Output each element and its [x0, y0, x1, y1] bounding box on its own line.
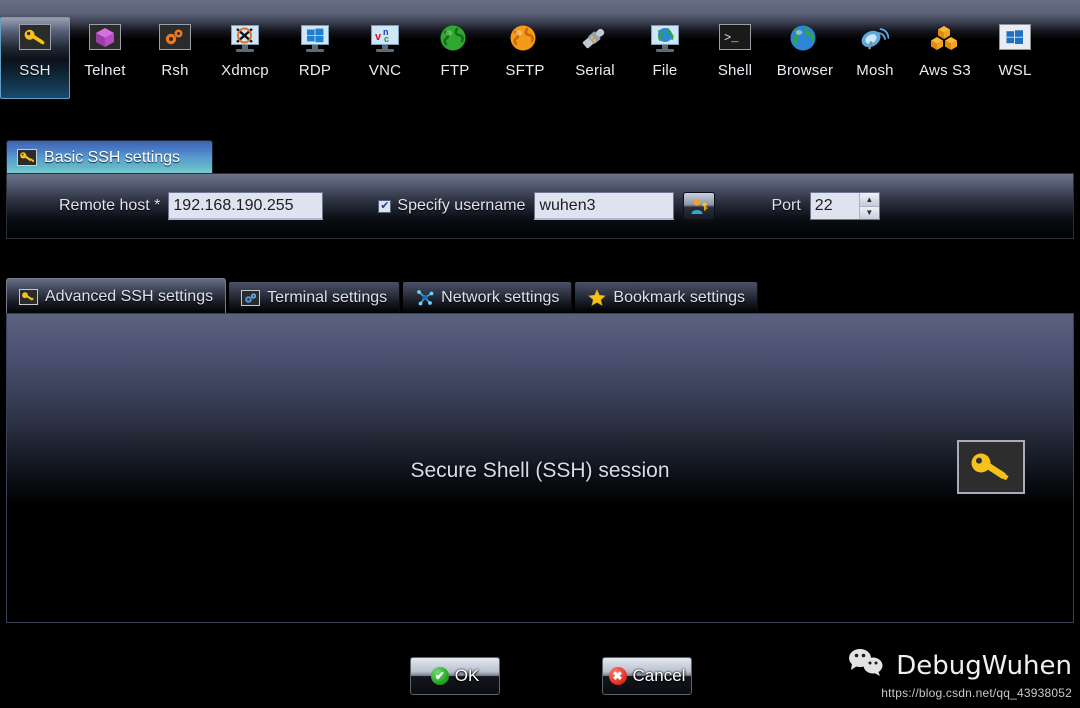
session-type-ssh[interactable]: SSH — [0, 17, 70, 99]
session-type-mosh[interactable]: Mosh — [840, 17, 910, 99]
tab-bookmark-settings[interactable]: Bookmark settings — [574, 281, 759, 314]
tab-label: Network settings — [441, 288, 560, 306]
tab-label: Bookmark settings — [613, 288, 746, 306]
session-type-label: Aws S3 — [919, 62, 971, 79]
satellite-dish-icon — [859, 24, 891, 56]
session-type-label: Shell — [717, 62, 753, 79]
port-spinner-up[interactable]: ▲ — [859, 193, 879, 206]
blue-globe-icon — [789, 24, 821, 56]
key-icon — [17, 149, 37, 166]
session-description-panel: Secure Shell (SSH) session — [6, 313, 1074, 623]
svg-text:>_: >_ — [724, 31, 739, 45]
terminal-prompt-icon: >_ — [719, 24, 751, 56]
session-type-rsh[interactable]: Rsh — [140, 17, 210, 99]
session-type-file[interactable]: File — [630, 17, 700, 99]
session-type-sftp[interactable]: SFTP — [490, 17, 560, 99]
windows-monitor-icon — [299, 24, 331, 56]
ok-button-label: OK — [454, 666, 480, 685]
session-settings-dialog: SSH Telnet Rsh Xdmcp RDP v n c VNC FTP SFTP Serial F… — [0, 0, 1080, 708]
session-type-label: Telnet — [84, 62, 126, 79]
gears-icon — [241, 289, 261, 306]
x-monitor-icon — [229, 24, 261, 56]
session-type-rdp[interactable]: RDP — [280, 17, 350, 99]
tab-terminal-settings[interactable]: Terminal settings — [228, 281, 401, 314]
user-key-icon[interactable] — [683, 192, 716, 220]
tab-label: Advanced SSH settings — [45, 287, 214, 305]
windows-logo-icon — [999, 24, 1031, 56]
vnc-monitor-icon: vnc — [369, 24, 401, 56]
tab-advanced-ssh-settings[interactable]: Advanced SSH settings — [6, 278, 227, 314]
session-description-text: Secure Shell (SSH) session — [410, 459, 670, 482]
remote-host-input[interactable]: 192.168.190.255 — [168, 192, 324, 220]
session-type-toolbar: SSH Telnet Rsh Xdmcp RDP v n c VNC FTP SFTP Serial F… — [0, 0, 1080, 110]
port-input[interactable]: 22 — [811, 193, 859, 219]
port-label: Port — [771, 197, 801, 214]
session-type-ftp[interactable]: FTP — [420, 17, 490, 99]
session-type-wsl[interactable]: WSL — [980, 17, 1050, 99]
check-circle-icon: ✔ — [430, 667, 449, 685]
session-type-vnc[interactable]: v n c VNC — [350, 17, 420, 99]
basic-settings-panel: Remote host * 192.168.190.255 ✔ Specify … — [6, 173, 1074, 239]
session-type-label: WSL — [998, 62, 1032, 79]
tab-network-settings[interactable]: Network settings — [402, 281, 573, 314]
network-nodes-icon — [415, 290, 434, 306]
key-icon — [19, 288, 38, 305]
specify-username-checkbox[interactable]: ✔ — [378, 199, 392, 213]
watermark-name: DebugWuhen — [896, 650, 1072, 681]
tab-basic-ssh-settings-label: Basic SSH settings — [44, 148, 181, 166]
port-spinner[interactable]: 22 ▲ ▼ — [809, 192, 880, 220]
star-icon — [587, 289, 606, 306]
aws-cubes-icon — [929, 24, 961, 56]
remote-host-label: Remote host * — [59, 197, 161, 214]
wechat-icon — [848, 648, 886, 683]
cancel-button-label: Cancel — [632, 666, 686, 685]
svg-text:c: c — [384, 34, 389, 44]
session-type-label: Mosh — [856, 62, 894, 79]
purple-cube-icon — [89, 24, 121, 56]
port-spinner-arrows[interactable]: ▲ ▼ — [858, 193, 879, 219]
svg-text:v: v — [375, 31, 382, 43]
session-type-label: VNC — [368, 62, 402, 79]
key-icon — [19, 24, 51, 56]
orange-gears-icon — [159, 24, 191, 56]
port-spinner-down[interactable]: ▼ — [859, 205, 879, 219]
globe-monitor-icon — [649, 24, 681, 56]
cancel-button[interactable]: ✖ Cancel — [602, 657, 692, 695]
tab-basic-ssh-settings[interactable]: Basic SSH settings — [6, 140, 213, 174]
username-input[interactable]: wuhen3 — [534, 192, 675, 220]
session-type-shell[interactable]: >_ Shell — [700, 17, 770, 99]
key-icon — [957, 440, 1025, 494]
session-type-label: Rsh — [161, 62, 189, 79]
plug-icon — [579, 24, 611, 56]
watermark-url: https://blog.csdn.net/qq_43938052 — [881, 686, 1072, 700]
specify-username-label: Specify username — [397, 197, 526, 214]
session-type-label: Serial — [575, 62, 615, 79]
session-type-label: RDP — [298, 62, 332, 79]
orange-globe-icon — [509, 24, 541, 56]
cross-circle-icon: ✖ — [608, 667, 627, 685]
session-description: Secure Shell (SSH) session — [7, 459, 1073, 483]
settings-tab-strip: Advanced SSH settings Terminal settings Ne… — [6, 278, 760, 314]
session-type-telnet[interactable]: Telnet — [70, 17, 140, 99]
session-type-xdmcp[interactable]: Xdmcp — [210, 17, 280, 99]
session-type-label: File — [652, 62, 678, 79]
session-type-label: SSH — [19, 62, 51, 79]
session-type-label: FTP — [440, 62, 470, 79]
session-type-label: Xdmcp — [221, 62, 269, 79]
session-type-label: Browser — [776, 62, 834, 79]
session-type-serial[interactable]: Serial — [560, 17, 630, 99]
tab-label: Terminal settings — [267, 288, 388, 306]
green-globe-icon — [439, 24, 471, 56]
watermark: DebugWuhen https://blog.csdn.net/qq_4393… — [848, 648, 1072, 700]
session-type-label: SFTP — [505, 62, 545, 79]
session-type-aws-s3[interactable]: Aws S3 — [910, 17, 980, 99]
session-type-browser[interactable]: Browser — [770, 17, 840, 99]
ok-button[interactable]: ✔ OK — [410, 657, 500, 695]
